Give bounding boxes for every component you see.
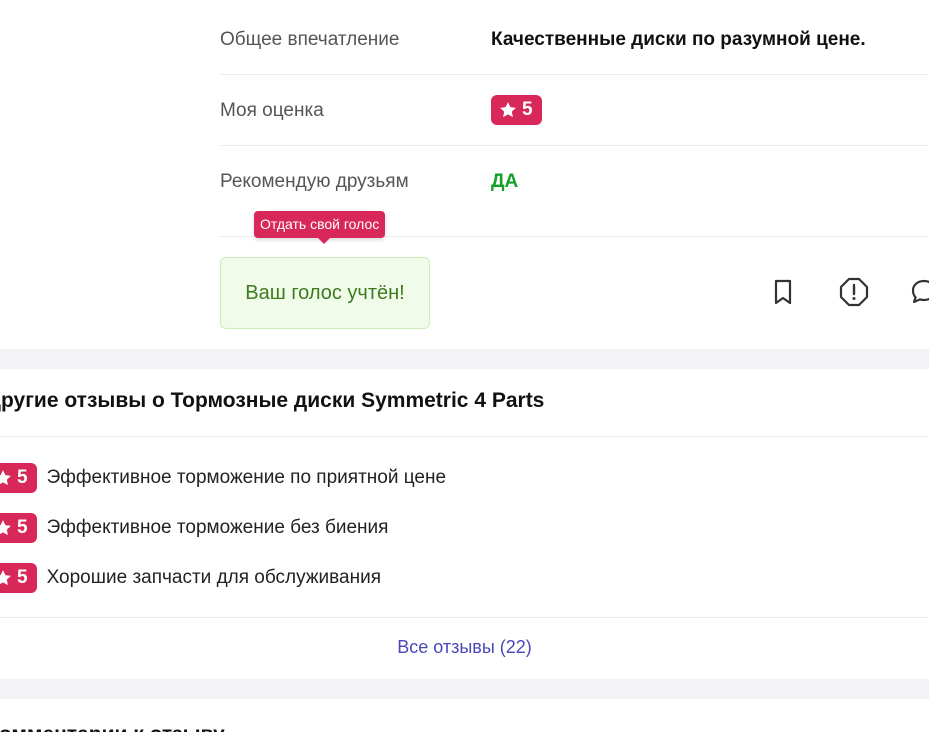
- review-summary-card: Общее впечатление Качественные диски по …: [0, 0, 929, 349]
- recommend-value: ДА: [491, 171, 519, 192]
- rating-badge: 5: [491, 95, 542, 125]
- review-rating: 5: [17, 567, 28, 588]
- impression-label: Общее впечатление: [220, 29, 400, 50]
- rating-badge: 5: [0, 563, 37, 593]
- impression-value: Качественные диски по разумной цене.: [491, 29, 866, 50]
- star-icon: [500, 102, 516, 118]
- review-title[interactable]: Хорошие запчасти для обслуживания: [47, 567, 381, 589]
- rating-value: 5: [522, 99, 533, 120]
- star-icon: [0, 470, 11, 486]
- comment-icon[interactable]: [908, 276, 929, 308]
- vote-tooltip: Отдать свой голос: [254, 211, 386, 244]
- star-icon: [0, 520, 11, 536]
- rating-badge: 5: [0, 513, 37, 543]
- other-reviews-title: Другие отзывы о Тормозные диски Symmetri…: [0, 389, 545, 412]
- review-list-item[interactable]: 5 Эффективное торможение без биения: [0, 513, 388, 543]
- all-reviews-link[interactable]: Все отзывы (22): [0, 637, 929, 658]
- vote-button[interactable]: Ваш голос учтён!: [220, 257, 430, 329]
- rating-row: Моя оценка 5: [220, 75, 929, 146]
- star-icon: [0, 570, 11, 586]
- other-reviews-card: Другие отзывы о Тормозные диски Symmetri…: [0, 369, 929, 679]
- impression-row: Общее впечатление Качественные диски по …: [220, 0, 929, 75]
- rating-label: Моя оценка: [220, 100, 324, 121]
- recommend-label: Рекомендую друзьям: [220, 171, 409, 192]
- divider: [0, 617, 929, 618]
- review-rating: 5: [17, 517, 28, 538]
- review-list-item[interactable]: 5 Эффективное торможение по приятной цен…: [0, 463, 446, 493]
- report-icon[interactable]: [838, 276, 870, 308]
- comments-card: Комментарии к отзыву: [0, 699, 929, 732]
- review-list-item[interactable]: 5 Хорошие запчасти для обслуживания: [0, 563, 381, 593]
- review-title[interactable]: Эффективное торможение по приятной цене: [47, 467, 446, 489]
- vote-confirmation: Ваш голос учтён!: [245, 281, 405, 304]
- divider: [0, 436, 929, 437]
- rating-badge: 5: [0, 463, 37, 493]
- review-title[interactable]: Эффективное торможение без биения: [47, 517, 389, 539]
- comments-title: Комментарии к отзыву: [0, 723, 225, 732]
- review-rating: 5: [17, 467, 28, 488]
- bookmark-icon[interactable]: [767, 276, 799, 308]
